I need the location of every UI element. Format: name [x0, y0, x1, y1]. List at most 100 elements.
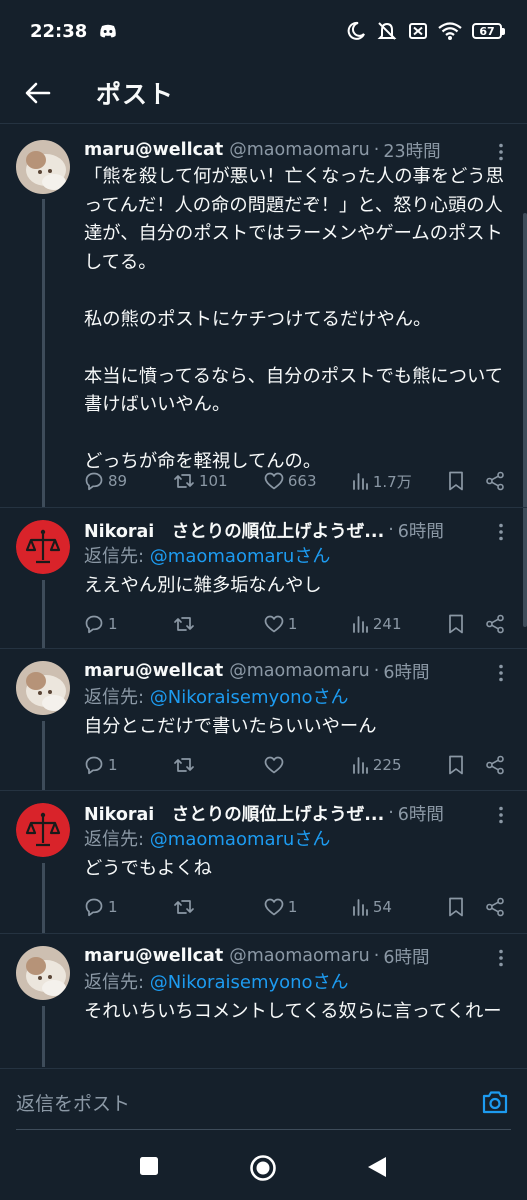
reply-to-mention[interactable]: @maomaomaru: [150, 829, 295, 850]
share-button[interactable]: [485, 755, 509, 775]
back-nav-button[interactable]: [366, 1155, 388, 1183]
share-button[interactable]: [485, 471, 509, 491]
repost-button[interactable]: [173, 614, 264, 634]
repost-button[interactable]: [173, 897, 264, 917]
views-button[interactable]: 1.7万: [351, 471, 448, 492]
more-options-button[interactable]: [491, 663, 511, 683]
home-icon: [250, 1155, 276, 1181]
battery-level: 67: [472, 23, 502, 39]
display-name[interactable]: Nikorai さとりの順位上げようぜ...: [84, 518, 384, 543]
action-bar: 1 1 241: [84, 611, 509, 637]
handle[interactable]: @maomaomaru: [229, 140, 370, 160]
share-button[interactable]: [485, 614, 509, 634]
discord-icon: [100, 24, 117, 38]
display-name[interactable]: maru@wellcat: [84, 661, 223, 681]
like-button[interactable]: 663: [264, 472, 351, 490]
post[interactable]: maru@wellcat @maomaomaru · 6時間 返信先: @Nik…: [0, 933, 527, 1067]
more-options-button[interactable]: [491, 948, 511, 968]
timestamp[interactable]: 6時間: [398, 518, 444, 543]
bookmark-button[interactable]: [448, 755, 486, 775]
post[interactable]: Nikorai さとりの順位上げようぜ... · 6時間 返信先: @maoma…: [0, 507, 527, 649]
timestamp[interactable]: 6時間: [383, 944, 429, 969]
action-bar: 89 101 663 1.7万: [84, 468, 509, 494]
thread[interactable]: maru@wellcat @maomaomaru · 23時間 「熊を殺して何が…: [0, 125, 527, 1067]
camera-button[interactable]: [481, 1089, 509, 1119]
display-name[interactable]: maru@wellcat: [84, 946, 223, 966]
recent-apps-button[interactable]: [139, 1156, 159, 1180]
like-count: 1: [287, 615, 298, 633]
avatar[interactable]: [16, 140, 70, 194]
like-button[interactable]: 1: [264, 615, 351, 633]
bookmark-button[interactable]: [448, 614, 486, 634]
display-name[interactable]: maru@wellcat: [84, 140, 223, 160]
avatar[interactable]: [16, 661, 70, 715]
reply-button[interactable]: 89: [84, 471, 173, 491]
reply-to-mention[interactable]: @maomaomaru: [150, 546, 295, 567]
more-vertical-icon: [499, 806, 503, 824]
reply-button[interactable]: 1: [84, 755, 173, 775]
share-button[interactable]: [485, 897, 509, 917]
handle[interactable]: @maomaomaru: [229, 661, 370, 681]
timestamp[interactable]: 23時間: [383, 138, 440, 163]
like-button[interactable]: 1: [264, 898, 351, 916]
more-options-button[interactable]: [491, 805, 511, 825]
like-count: 1: [287, 898, 298, 916]
avatar[interactable]: [16, 946, 70, 1000]
views-button[interactable]: 54: [351, 898, 448, 916]
reply-to-suffix[interactable]: さん: [313, 972, 349, 993]
avatar[interactable]: [16, 520, 70, 574]
reply-count: 1: [108, 615, 118, 633]
heart-icon: [264, 756, 284, 774]
like-count: 663: [287, 472, 317, 490]
reply-button[interactable]: 1: [84, 897, 173, 917]
share-icon: [486, 471, 505, 491]
avatar[interactable]: [16, 803, 70, 857]
reply-to-mention[interactable]: @Nikoraisemyono: [150, 972, 313, 993]
reply-divider: [16, 1129, 511, 1130]
wifi-icon: [438, 22, 462, 40]
post-text: それいちいちコメントしてくる奴らに言ってくれー: [84, 1001, 502, 1022]
views-icon: [352, 473, 368, 490]
reply-to-mention[interactable]: @Nikoraisemyono: [150, 687, 313, 708]
bookmark-button[interactable]: [448, 471, 486, 491]
back-button[interactable]: [2, 65, 74, 121]
mute-icon: [377, 22, 397, 40]
separator: ·: [373, 140, 380, 160]
reply-to-prefix: 返信先:: [84, 687, 150, 708]
repost-button[interactable]: [173, 755, 264, 775]
reply-to-suffix[interactable]: さん: [313, 687, 349, 708]
home-button[interactable]: [249, 1154, 277, 1186]
reply-to: 返信先: @maomaomaruさん: [84, 543, 511, 571]
reply-icon: [85, 615, 103, 634]
timestamp[interactable]: 6時間: [398, 801, 444, 826]
reply-icon: [85, 898, 103, 917]
like-button[interactable]: [264, 756, 351, 774]
timestamp[interactable]: 6時間: [383, 659, 429, 684]
view-count: 225: [372, 756, 402, 774]
views-button[interactable]: 241: [351, 615, 448, 633]
reply-input[interactable]: 返信をポスト: [16, 1089, 130, 1116]
status-time: 22:38: [30, 20, 88, 42]
views-button[interactable]: 225: [351, 756, 448, 774]
reply-button[interactable]: 1: [84, 614, 173, 634]
reply-bar: 返信をポスト: [0, 1068, 527, 1140]
post[interactable]: maru@wellcat @maomaomaru · 6時間 返信先: @Nik…: [0, 648, 527, 791]
reply-to-suffix[interactable]: さん: [294, 546, 330, 567]
view-count: 241: [372, 615, 402, 633]
post[interactable]: maru@wellcat @maomaomaru · 23時間 「熊を殺して何が…: [0, 125, 527, 507]
post-header: maru@wellcat @maomaomaru · 6時間: [84, 943, 511, 969]
bookmark-button[interactable]: [448, 897, 486, 917]
battery-icon: 67: [472, 23, 505, 39]
thread-line: [42, 199, 45, 507]
more-options-button[interactable]: [491, 522, 511, 542]
handle[interactable]: @maomaomaru: [229, 946, 370, 966]
more-options-button[interactable]: [491, 142, 511, 162]
repost-button[interactable]: 101: [173, 471, 264, 491]
display-name[interactable]: Nikorai さとりの順位上げようぜ...: [84, 801, 384, 826]
back-icon: [368, 1157, 386, 1177]
view-count: 1.7万: [372, 472, 412, 491]
post[interactable]: Nikorai さとりの順位上げようぜ... · 6時間 返信先: @maoma…: [0, 790, 527, 934]
views-icon: [352, 616, 368, 633]
post-text: どうでもよくね: [84, 858, 212, 879]
reply-to-suffix[interactable]: さん: [294, 829, 330, 850]
